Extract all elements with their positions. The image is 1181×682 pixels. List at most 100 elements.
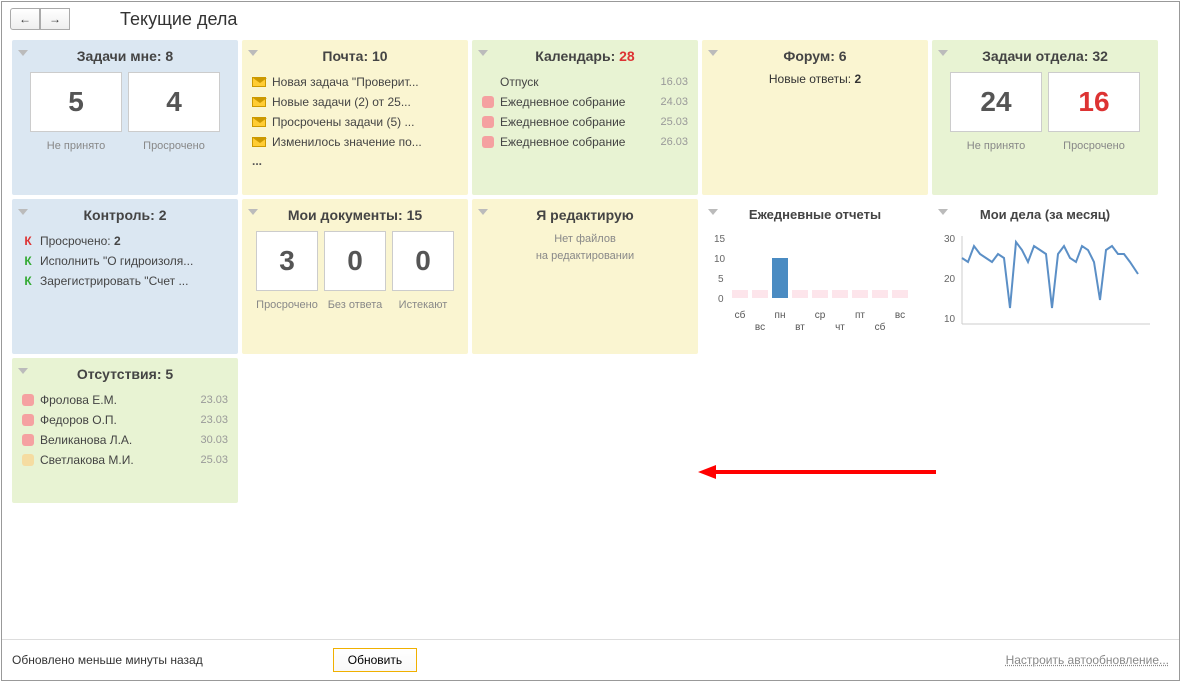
dashboard-grid: Задачи мне: 8 5 4 Не принятоПросрочено П…: [2, 36, 1179, 507]
panel-title: Форум: 6: [712, 48, 918, 64]
panel-title: Задачи отдела: 32: [942, 48, 1148, 64]
k-badge-icon: К: [22, 254, 34, 268]
panel-title: Мои дела (за месяц): [942, 207, 1148, 222]
svg-text:5: 5: [718, 274, 724, 285]
mail-icon: [252, 117, 266, 127]
tile-label: Истекают: [392, 299, 454, 311]
configure-link[interactable]: Настроить автообновление...: [1006, 653, 1169, 667]
panel-absence[interactable]: Отсутствия: 5 Фролова Е.М.23.03 Федоров …: [12, 358, 238, 503]
chevron-down-icon[interactable]: [478, 209, 488, 215]
svg-text:ср: ср: [815, 310, 826, 321]
forum-line: Новые ответы: 2: [712, 72, 918, 86]
calendar-item[interactable]: Ежедневное собрание24.03: [482, 92, 688, 112]
tile-label: Без ответа: [324, 299, 386, 311]
tile-label: Не принято: [30, 140, 122, 152]
back-button[interactable]: ←: [10, 8, 40, 30]
calendar-item[interactable]: Ежедневное собрание25.03: [482, 112, 688, 132]
panel-editing[interactable]: Я редактирую Нет файловна редактировании: [472, 199, 698, 354]
chevron-down-icon[interactable]: [938, 209, 948, 215]
forward-button[interactable]: →: [40, 8, 70, 30]
control-item[interactable]: КПросрочено: 2: [22, 231, 228, 251]
tile-label: Не принято: [950, 140, 1042, 152]
chevron-down-icon[interactable]: [248, 50, 258, 56]
svg-text:сб: сб: [875, 321, 886, 333]
chevron-down-icon[interactable]: [18, 50, 28, 56]
event-dot-icon: [482, 96, 494, 108]
chevron-down-icon[interactable]: [708, 209, 718, 215]
chevron-down-icon[interactable]: [18, 209, 28, 215]
refresh-button[interactable]: Обновить: [333, 648, 417, 672]
tile-not-accepted[interactable]: 24: [950, 72, 1042, 132]
panel-mail[interactable]: Почта: 10 Новая задача "Проверит... Новы…: [242, 40, 468, 195]
panel-title: Календарь: 28: [482, 48, 688, 64]
absence-item[interactable]: Светлакова М.И.25.03: [22, 450, 228, 470]
svg-text:вс: вс: [755, 322, 765, 333]
chevron-down-icon[interactable]: [478, 50, 488, 56]
panel-my-documents[interactable]: Мои документы: 15 3 0 0 Просрочено Без от…: [242, 199, 468, 354]
panel-title: Задачи мне: 8: [22, 48, 228, 64]
line-chart: 30 20 10: [942, 228, 1152, 338]
mail-icon: [252, 77, 266, 87]
svg-text:10: 10: [944, 314, 956, 325]
panel-tasks-me[interactable]: Задачи мне: 8 5 4 Не принятоПросрочено: [12, 40, 238, 195]
svg-text:пт: пт: [855, 310, 865, 321]
panel-title: Отсутствия: 5: [22, 366, 228, 382]
panel-forum[interactable]: Форум: 6 Новые ответы: 2: [702, 40, 928, 195]
status-dot-icon: [22, 414, 34, 426]
status-dot-icon: [22, 434, 34, 446]
svg-text:вс: вс: [895, 310, 905, 321]
tile-no-answer[interactable]: 0: [324, 231, 386, 291]
control-item[interactable]: КИсполнить "О гидроизоля...: [22, 251, 228, 271]
bar-chart: 15 10 5 0 сбпнсрптвс всвтчтсб: [712, 228, 922, 338]
chevron-down-icon[interactable]: [248, 209, 258, 215]
chevron-down-icon[interactable]: [938, 50, 948, 56]
chevron-down-icon[interactable]: [18, 368, 28, 374]
tile-expiring[interactable]: 0: [392, 231, 454, 291]
tile-not-accepted[interactable]: 5: [30, 72, 122, 132]
mail-item[interactable]: Просрочены задачи (5) ...: [252, 112, 458, 132]
status-bar: Обновлено меньше минуты назад Обновить Н…: [2, 639, 1179, 680]
tile-overdue[interactable]: 3: [256, 231, 318, 291]
page-title: Текущие дела: [120, 9, 237, 30]
status-dot-icon: [22, 394, 34, 406]
svg-text:15: 15: [714, 234, 726, 245]
svg-text:30: 30: [944, 234, 956, 245]
more-link[interactable]: ...: [252, 152, 458, 170]
mail-item[interactable]: Изменилось значение по...: [252, 132, 458, 152]
status-text: Обновлено меньше минуты назад: [12, 653, 203, 667]
panel-control[interactable]: Контроль: 2 КПросрочено: 2 КИсполнить "О…: [12, 199, 238, 354]
tile-label: Просрочено: [256, 299, 318, 311]
mail-icon: [252, 137, 266, 147]
panel-tasks-dept[interactable]: Задачи отдела: 32 24 16 Не принятоПросро…: [932, 40, 1158, 195]
absence-item[interactable]: Великанова Л.А.30.03: [22, 430, 228, 450]
svg-text:пн: пн: [775, 310, 786, 321]
chevron-down-icon[interactable]: [708, 50, 718, 56]
panel-title: Мои документы: 15: [252, 207, 458, 223]
status-dot-icon: [22, 454, 34, 466]
annotation-arrow-icon: [698, 462, 938, 482]
control-item[interactable]: КЗарегистрировать "Счет ...: [22, 271, 228, 291]
panel-title: Контроль: 2: [22, 207, 228, 223]
event-dot-icon: [482, 116, 494, 128]
event-dot-icon: [482, 136, 494, 148]
tile-overdue[interactable]: 4: [128, 72, 220, 132]
calendar-item[interactable]: Ежедневное собрание26.03: [482, 132, 688, 152]
svg-text:0: 0: [718, 294, 724, 305]
panel-daily-reports[interactable]: Ежедневные отчеты 15 10 5 0 сб пн ср пт вс в…: [702, 199, 928, 344]
mail-item[interactable]: Новая задача "Проверит...: [252, 72, 458, 92]
panel-calendar[interactable]: Календарь: 28 Отпуск16.03 Ежедневное соб…: [472, 40, 698, 195]
toolbar: ← → Текущие дела: [2, 2, 1179, 36]
mail-icon: [252, 97, 266, 107]
panel-title: Ежедневные отчеты: [712, 207, 918, 222]
panel-my-deeds[interactable]: Мои дела (за месяц) 30 20 10: [932, 199, 1158, 344]
svg-text:10: 10: [714, 254, 726, 265]
absence-item[interactable]: Фролова Е.М.23.03: [22, 390, 228, 410]
tile-overdue[interactable]: 16: [1048, 72, 1140, 132]
editing-empty-msg: Нет файловна редактировании: [482, 231, 688, 264]
mail-item[interactable]: Новые задачи (2) от 25...: [252, 92, 458, 112]
svg-text:чт: чт: [835, 322, 845, 333]
absence-item[interactable]: Федоров О.П.23.03: [22, 410, 228, 430]
panel-title: Почта: 10: [252, 48, 458, 64]
calendar-item[interactable]: Отпуск16.03: [482, 72, 688, 92]
svg-text:вт: вт: [795, 322, 805, 333]
